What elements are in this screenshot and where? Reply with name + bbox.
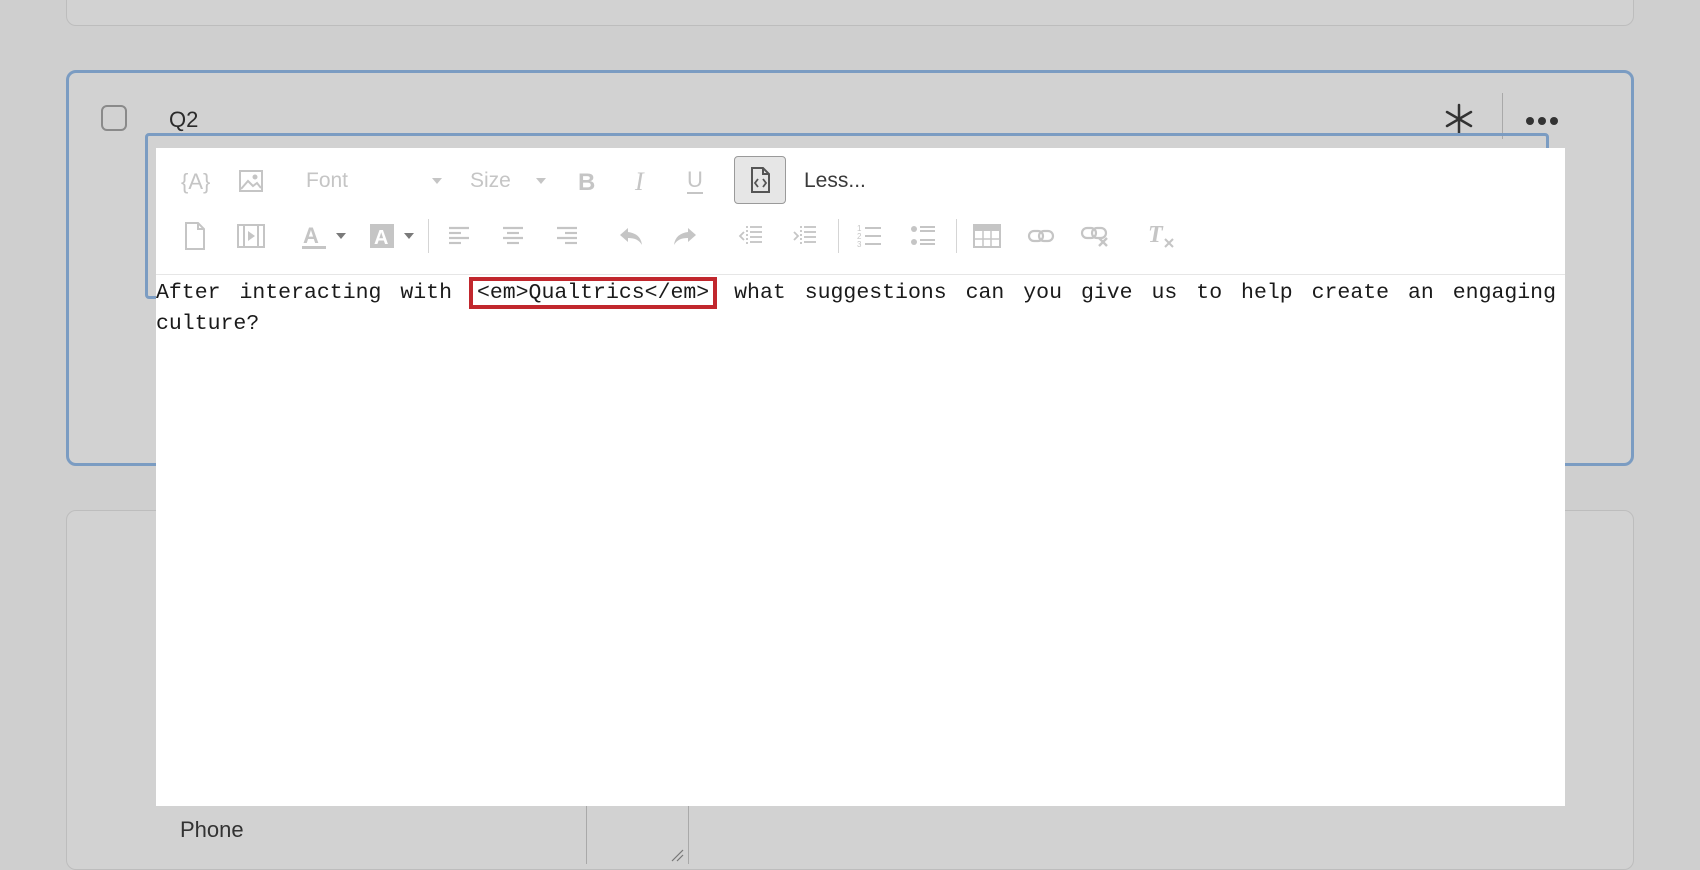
align-left-icon[interactable] [442, 219, 476, 253]
text-color-icon: A [302, 223, 326, 249]
resize-field[interactable] [586, 804, 689, 864]
highlighted-html-tag: <em>Qualtrics</em> [468, 277, 718, 309]
redo-icon[interactable] [668, 219, 702, 253]
phone-label: Phone [180, 817, 244, 842]
numbered-list-icon[interactable]: 123 [852, 219, 886, 253]
outdent-icon[interactable] [734, 219, 768, 253]
chevron-down-icon [336, 233, 346, 239]
svg-text:A: A [374, 227, 388, 249]
table-icon[interactable] [970, 219, 1004, 253]
new-document-icon[interactable] [178, 219, 212, 253]
align-right-icon[interactable] [550, 219, 584, 253]
more-options-icon[interactable] [1525, 113, 1559, 125]
svg-text:B: B [578, 169, 595, 195]
size-dropdown[interactable]: Size [470, 164, 546, 198]
question-label: Q2 [169, 107, 199, 132]
underline-button[interactable]: U [678, 164, 712, 198]
undo-icon[interactable] [614, 219, 648, 253]
rich-text-editor[interactable]: {A} Font Size B I U Less... A A 1 2 3 T … [156, 148, 1565, 806]
bold-button[interactable]: B [570, 164, 604, 198]
font-dropdown-label: Font [306, 169, 349, 192]
question-text-before: After interacting with [156, 281, 471, 305]
toolbar-divider [156, 274, 1565, 275]
insert-image-icon[interactable] [234, 164, 268, 198]
insert-media-icon[interactable] [234, 219, 268, 253]
chevron-down-icon [536, 178, 546, 184]
question-select-checkbox[interactable] [101, 105, 127, 131]
svg-text:A: A [303, 223, 319, 248]
unlink-icon[interactable] [1078, 219, 1112, 253]
editor-content[interactable]: After interacting with <em>Qualtrics</em… [156, 277, 1564, 340]
toolbar-separator [838, 219, 839, 253]
source-code-button[interactable] [734, 156, 786, 204]
svg-text:U: U [687, 167, 703, 192]
size-dropdown-label: Size [470, 169, 511, 192]
bulleted-list-icon[interactable] [906, 219, 940, 253]
svg-text:T: T [1148, 222, 1164, 248]
toolbar-row-2: A A 123 T [156, 211, 1565, 261]
previous-question-card [66, 0, 1634, 26]
background-color-button[interactable]: A [368, 219, 414, 253]
svg-text:{A}: {A} [181, 169, 210, 194]
align-center-icon[interactable] [496, 219, 530, 253]
clear-formatting-icon[interactable]: T [1144, 219, 1178, 253]
link-icon[interactable] [1024, 219, 1058, 253]
toolbar-row-1: {A} Font Size B I U Less... [156, 156, 1565, 206]
svg-text:3: 3 [857, 240, 862, 249]
source-code-icon [751, 167, 770, 193]
piped-text-icon[interactable]: {A} [178, 164, 212, 198]
toolbar-separator [428, 219, 429, 253]
text-color-button[interactable]: A [300, 219, 346, 253]
chevron-down-icon [432, 178, 442, 184]
background-color-icon: A [370, 224, 394, 249]
font-dropdown[interactable]: Font [306, 164, 442, 198]
chevron-down-icon [404, 233, 414, 239]
indent-icon[interactable] [788, 219, 822, 253]
svg-text:I: I [634, 167, 645, 195]
italic-button[interactable]: I [624, 164, 658, 198]
toolbar-separator [956, 219, 957, 253]
less-toggle-button[interactable]: Less... [804, 164, 866, 198]
